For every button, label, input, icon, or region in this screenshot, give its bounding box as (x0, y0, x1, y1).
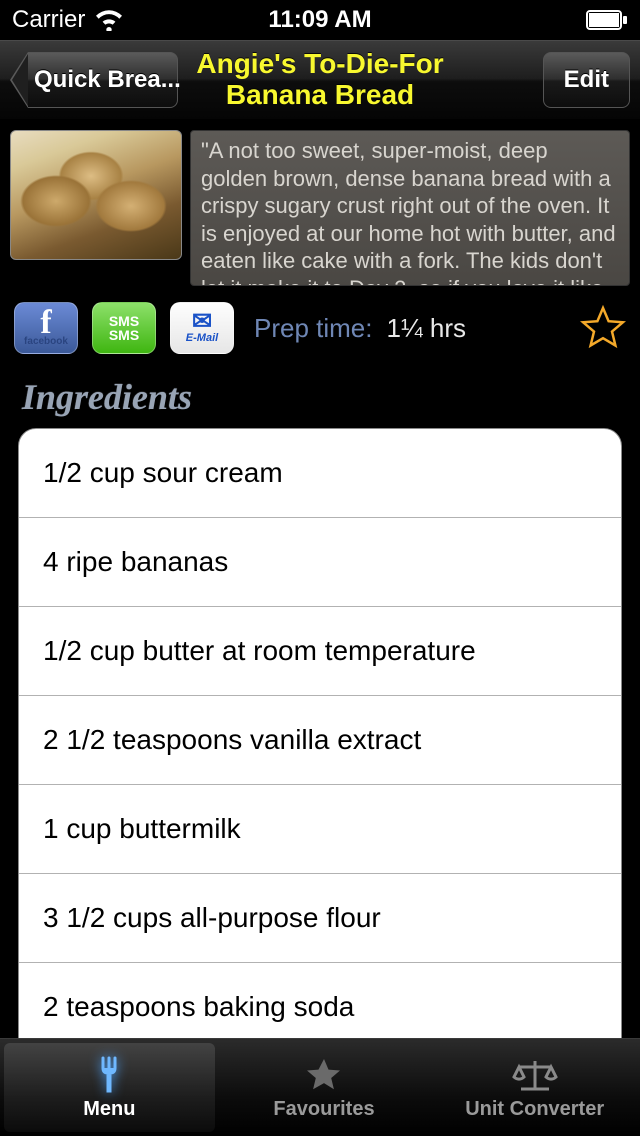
battery-icon (586, 10, 628, 30)
recipe-photo[interactable] (10, 130, 182, 260)
tab-favourites[interactable]: Favourites (219, 1039, 430, 1136)
facebook-icon: f (40, 309, 51, 336)
carrier-label: Carrier (12, 6, 85, 34)
recipe-header: "A not too sweet, super-moist, deep gold… (0, 120, 640, 296)
ingredients-list[interactable]: 1/2 cup sour cream 4 ripe bananas 1/2 cu… (18, 428, 622, 1064)
edit-button-label: Edit (564, 66, 609, 94)
list-item[interactable]: 4 ripe bananas (19, 518, 621, 607)
favourite-star-icon[interactable] (580, 305, 626, 351)
recipe-description[interactable]: "A not too sweet, super-moist, deep gold… (190, 130, 630, 286)
ingredients-heading: Ingredients (0, 364, 640, 428)
star-icon (304, 1055, 344, 1095)
status-bar: Carrier 11:09 AM (0, 0, 640, 40)
tab-label: Favourites (273, 1098, 374, 1121)
list-item[interactable]: 1/2 cup butter at room temperature (19, 607, 621, 696)
scale-icon (511, 1055, 559, 1095)
tab-label: Menu (83, 1098, 135, 1121)
sms-label: SMS (109, 328, 139, 342)
share-sms-button[interactable]: SMS SMS (92, 302, 156, 354)
share-email-button[interactable]: ✉︎ E-Mail (170, 302, 234, 354)
page-title: Angie's To-Die-For Banana Bread (150, 49, 490, 111)
clock: 11:09 AM (268, 6, 371, 34)
tab-bar: Menu Favourites Unit Converter (0, 1038, 640, 1136)
email-label: E-Mail (186, 332, 218, 344)
list-item[interactable]: 2 1/2 teaspoons vanilla extract (19, 696, 621, 785)
tab-label: Unit Converter (465, 1098, 604, 1121)
fork-icon (89, 1055, 129, 1095)
list-item[interactable]: 3 1/2 cups all-purpose flour (19, 874, 621, 963)
edit-button[interactable]: Edit (543, 52, 630, 108)
prep-time-label: Prep time: (254, 313, 373, 344)
share-meta-row: f facebook SMS SMS ✉︎ E-Mail Prep time: … (0, 296, 640, 364)
list-item[interactable]: 1/2 cup sour cream (19, 429, 621, 518)
email-icon: ✉︎ (192, 312, 212, 331)
share-facebook-button[interactable]: f facebook (14, 302, 78, 354)
wifi-icon (95, 9, 123, 31)
prep-time-value: 1¼ hrs (387, 313, 467, 344)
tab-menu[interactable]: Menu (4, 1043, 215, 1132)
facebook-label: facebook (24, 336, 68, 347)
list-item[interactable]: 1 cup buttermilk (19, 785, 621, 874)
tab-unit-converter[interactable]: Unit Converter (429, 1039, 640, 1136)
navigation-bar: Quick Brea... Angie's To-Die-For Banana … (0, 40, 640, 120)
sms-icon: SMS (109, 314, 139, 328)
